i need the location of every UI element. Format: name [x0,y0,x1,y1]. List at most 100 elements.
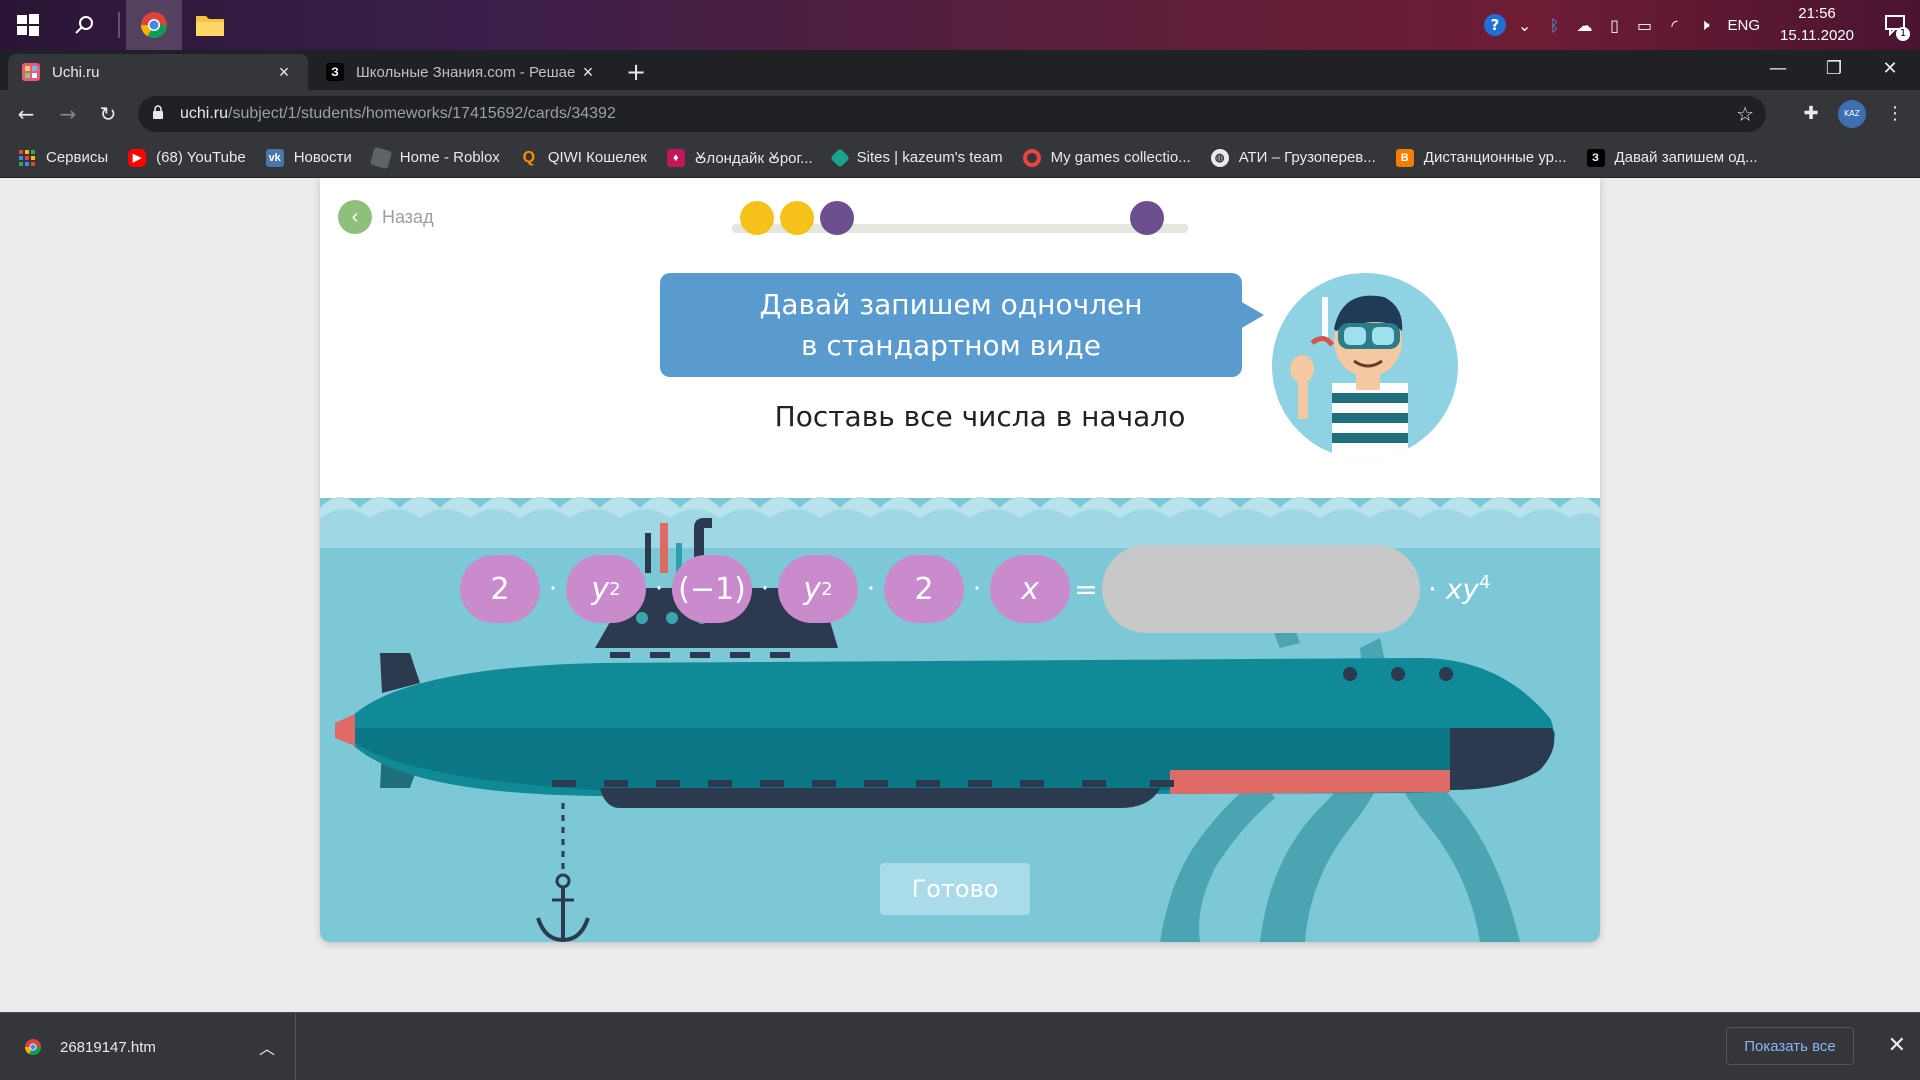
vk-icon: vk [265,148,284,167]
lesson-card: ‹ Назад Давай запишем одночлен в стандар… [320,178,1600,942]
close-tab-icon[interactable]: × [578,62,598,83]
bookmark-label: Новости [293,149,352,166]
bookmark-ati[interactable]: ◍ АТИ – Грузоперев... [1210,148,1376,167]
youtube-icon: ▶ [128,148,147,167]
progress-dot [780,201,814,235]
multiply-dot: · [654,574,664,604]
new-tab-button[interactable]: + [622,58,650,86]
bookmark-label: Sites | kazeum's team [856,149,1003,166]
globe-icon: ◍ [1210,148,1229,167]
language-indicator[interactable]: ENG [1720,17,1775,34]
clock[interactable]: 21:56 15.11.2020 [1774,3,1872,47]
multiply-dot: · [866,574,876,604]
windows-start-button[interactable] [0,0,56,50]
avatar: KAZ [1838,100,1866,128]
back-link[interactable]: ‹ Назад [338,200,434,234]
search-icon [75,16,93,34]
multiply-dot: · [760,574,770,604]
forward-arrow-icon[interactable]: → [54,100,82,128]
roblox-icon [369,146,392,169]
factor-tile[interactable]: (−1) [672,555,752,623]
back-arrow-icon[interactable]: ← [12,100,40,128]
factor-tile[interactable]: y2 [778,555,858,623]
windows-logo-icon [17,14,39,36]
close-window-button[interactable]: ✕ [1862,50,1918,86]
equals-sign: = [1074,572,1098,606]
klondike-icon: ♦ [666,148,685,167]
back-label: Назад [382,206,434,227]
volume-muted-icon[interactable]: 🕨 [1690,0,1720,50]
bookmark-youtube[interactable]: ▶ (68) YouTube [128,148,246,167]
bookmark-qiwi[interactable]: Q QIWI Кошелек [520,149,647,167]
chrome-file-icon [24,1039,42,1056]
factor-tile[interactable]: 2 [460,555,540,623]
bookmark-services[interactable]: Сервисы [18,149,108,167]
bookmark-roblox[interactable]: Home - Roblox [369,146,500,169]
usb-icon[interactable]: ▯ [1600,0,1630,50]
close-tab-icon[interactable]: × [274,62,294,83]
bubble-line-2: в стандартном виде [801,329,1101,362]
znanija-favicon-icon: З [326,63,344,81]
url-path: /subject/1/students/homeworks/17415692/c… [228,105,616,122]
chrome-ring-icon [1022,148,1041,167]
minimize-button[interactable]: — [1750,50,1806,86]
multiply-dot: · [972,574,982,604]
menu-kebab-icon[interactable]: ⋮ [1880,100,1910,128]
instruction-text: Поставь все числа в начало [774,400,1186,433]
download-filename: 26819147.htm [60,1038,156,1056]
sites-icon [829,147,850,168]
profile-avatar[interactable]: KAZ [1838,100,1868,128]
bookmark-distance-lessons[interactable]: B Дистанционные ур... [1395,148,1567,167]
chevron-left-icon: ‹ [338,200,372,234]
taskbar-chrome[interactable] [126,0,182,50]
chevron-up-icon[interactable]: ︿ [259,1035,275,1059]
lock-icon [152,105,172,123]
factor-tile[interactable]: 2 [884,555,964,623]
extensions-icon[interactable]: ✚ [1796,100,1826,128]
ready-button[interactable]: Готово [880,863,1030,915]
bookmark-klondike[interactable]: ♦ Ꙋлондайк Ꙋрог... [666,148,813,168]
url-text: uchi.ru/subject/1/students/homeworks/174… [180,105,616,123]
bookmark-label: Сервисы [46,149,109,166]
factor-tile[interactable]: y2 [566,555,646,623]
browser-toolbar: ← → ↻ uchi.ru/subject/1/students/homewor… [0,90,1920,138]
address-bar[interactable]: uchi.ru/subject/1/students/homeworks/174… [138,96,1766,132]
bookmark-vk-news[interactable]: vk Новости [265,148,352,167]
clock-time: 21:56 [1798,5,1836,22]
factor-value: 2 [914,571,934,607]
folder-icon [196,16,224,36]
restore-button[interactable]: ❐ [1806,50,1862,86]
page-viewport: ‹ Назад Давай запишем одночлен в стандар… [0,178,1920,1012]
close-icon[interactable]: ✕ [1888,1033,1906,1058]
znanija-icon: З [1586,148,1605,167]
tab-znanija[interactable]: З Школьные Знания.com - Решае × [312,54,612,90]
chevron-up-icon[interactable]: ⌄ [1510,0,1540,50]
bookmark-star-icon[interactable]: ☆ [1736,102,1754,126]
result-suffix: · xy4 [1428,572,1491,606]
bookmark-label: (68) YouTube [156,149,246,166]
progress-dot [740,201,774,235]
bluetooth-icon[interactable]: ᛒ [1540,0,1570,50]
taskbar-separator [118,12,120,38]
reload-icon[interactable]: ↻ [94,100,122,128]
help-icon[interactable]: ? [1480,0,1510,50]
search-button[interactable] [56,0,112,50]
taskbar-explorer[interactable] [182,0,238,50]
battery-icon[interactable]: ▭ [1630,0,1660,50]
bookmark-znanija[interactable]: З Давай запишем од... [1586,148,1758,167]
tab-uchi[interactable]: Uchi.ru × [8,54,308,90]
cloud-icon[interactable]: ☁ [1570,0,1600,50]
bookmark-sites[interactable]: Sites | kazeum's team [829,147,1003,168]
blogger-icon: B [1395,148,1414,167]
show-all-downloads-button[interactable]: Показать все [1726,1027,1854,1065]
answer-drop-zone[interactable] [1102,545,1420,633]
factor-tile[interactable]: x [990,555,1070,623]
notifications-button[interactable]: 1 [1872,0,1920,50]
download-item[interactable]: 26819147.htm ︿ [0,1013,296,1080]
chrome-icon [140,12,168,39]
url-domain: uchi.ru [180,105,229,122]
system-tray: ? ⌄ ᛒ ☁ ▯ ▭ ◜ 🕨 ENG 21:56 15.11.2020 1 [1480,0,1920,50]
wifi-icon[interactable]: ◜ [1660,0,1690,50]
bookmark-my-games[interactable]: My games collectio... [1022,148,1191,167]
windows-taskbar: ? ⌄ ᛒ ☁ ▯ ▭ ◜ 🕨 ENG 21:56 15.11.2020 1 [0,0,1920,50]
